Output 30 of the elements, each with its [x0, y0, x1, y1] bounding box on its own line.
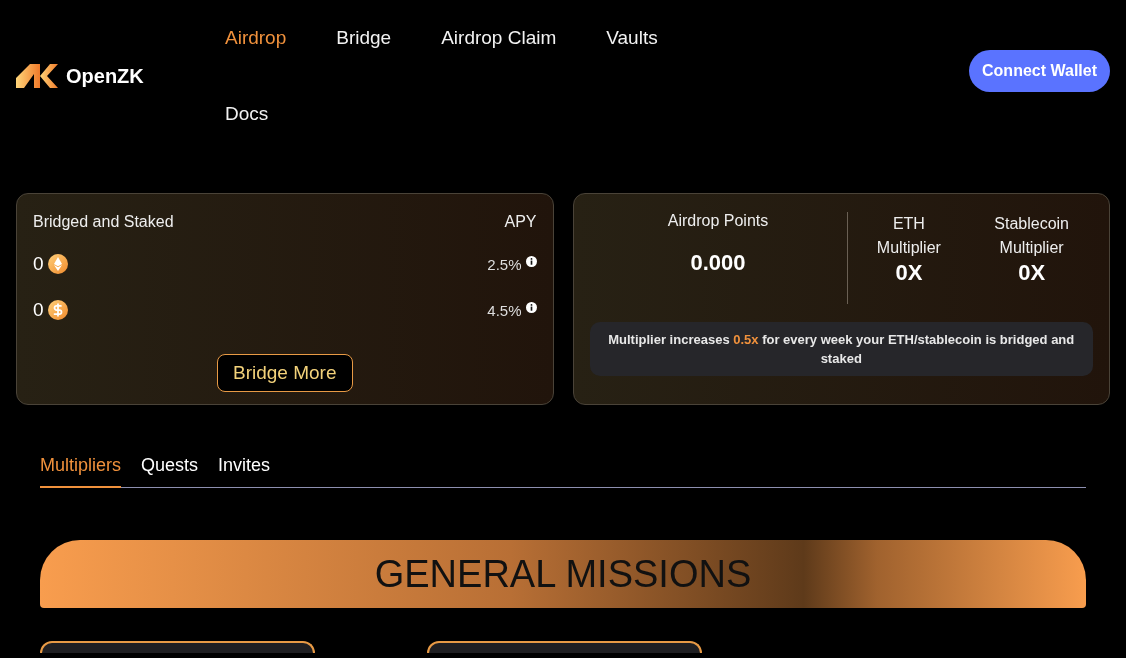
nav-link[interactable]: Bridge — [311, 26, 417, 50]
info-icon[interactable] — [525, 301, 537, 313]
apy-value: 2.5% — [487, 255, 522, 273]
multiplier-label: Stablecoin Multiplier — [993, 214, 1070, 258]
info-icon[interactable] — [525, 255, 537, 267]
banner-title: GENERAL MISSIONS — [374, 552, 752, 596]
logo-text: OpenZK — [66, 64, 144, 88]
points-label: Airdrop Points — [667, 212, 769, 230]
nav-link[interactable]: Docs — [200, 102, 294, 126]
staked-amount: 0 — [33, 299, 44, 321]
staked-amount: 0 — [33, 253, 44, 275]
multiplier-note: Multiplier increases 0.5x for every week your ETH/stablecoin is bridged and staked — [589, 322, 1093, 376]
nav-link[interactable]: Vaults — [581, 26, 683, 50]
connect-wallet-button[interactable]: Connect Wallet — [969, 50, 1110, 92]
multiplier-value: 0X — [1018, 260, 1046, 286]
nav-link[interactable]: Airdrop — [200, 26, 312, 50]
multiplier-value: 0X — [895, 260, 923, 286]
nav-link[interactable]: Airdrop Claim — [416, 26, 582, 50]
tab[interactable]: Multipliers — [40, 451, 122, 488]
ethereum-coin-icon — [47, 254, 68, 274]
multiplier-label: ETH Multiplier — [875, 214, 942, 258]
apy-header: APY — [504, 213, 537, 231]
points-value: 0.000 — [690, 250, 746, 276]
tab[interactable]: Invites — [218, 451, 271, 488]
dollar-coin-icon — [47, 300, 68, 320]
bridge-more-button[interactable]: Bridge More — [217, 354, 353, 392]
card-title: Bridged and Staked — [33, 213, 174, 231]
logo-icon — [16, 64, 58, 88]
tab[interactable]: Quests — [141, 451, 199, 488]
apy-value: 4.5% — [487, 301, 522, 319]
